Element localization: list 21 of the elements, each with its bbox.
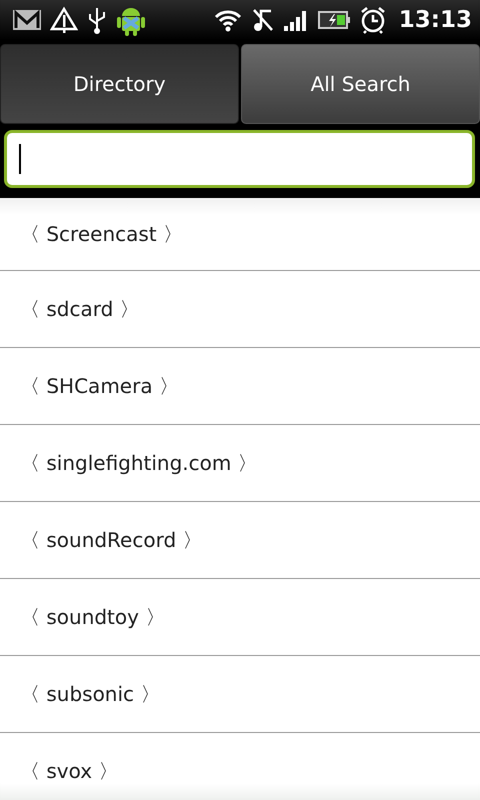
warning-icon bbox=[50, 6, 78, 34]
battery-icon bbox=[316, 9, 351, 31]
folder-item[interactable]: 〈 soundtoy 〉 bbox=[0, 579, 480, 656]
text-cursor bbox=[19, 144, 21, 174]
search-field[interactable] bbox=[4, 130, 475, 188]
folder-item[interactable]: 〈 singlefighting.com 〉 bbox=[0, 425, 480, 502]
folder-item[interactable]: 〈 Screencast 〉 bbox=[0, 215, 480, 271]
wifi-icon bbox=[212, 8, 243, 32]
usb-icon bbox=[86, 6, 108, 34]
tab[interactable]: All Search bbox=[241, 44, 480, 124]
folder-item[interactable]: 〈 soundRecord 〉 bbox=[0, 502, 480, 579]
music-off-icon bbox=[250, 7, 275, 33]
folder-item[interactable]: 〈 SHCamera 〉 bbox=[0, 348, 480, 425]
folder-item[interactable]: 〈 subsonic 〉 bbox=[0, 656, 480, 733]
folder-item[interactable]: 〈 sdcard 〉 bbox=[0, 271, 480, 348]
signal-icon bbox=[282, 8, 309, 32]
folder-item[interactable]: 〈 svox 〉 bbox=[0, 733, 480, 800]
mail-icon bbox=[12, 8, 42, 32]
alarm-icon bbox=[358, 6, 387, 34]
status-time: 13:13 bbox=[398, 7, 472, 33]
tab[interactable]: Directory bbox=[0, 44, 239, 124]
